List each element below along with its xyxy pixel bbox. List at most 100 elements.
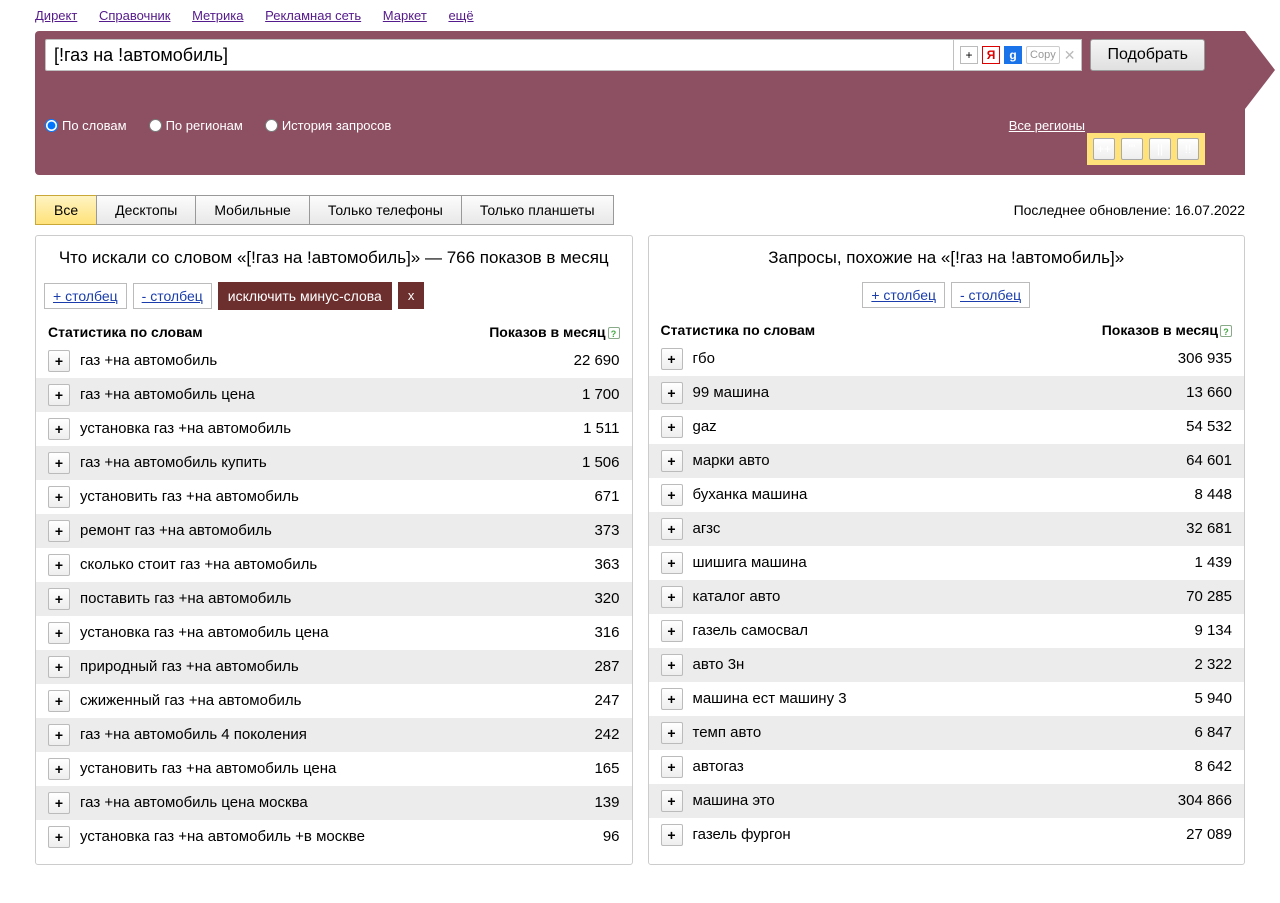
plus-icon[interactable]: + [960,46,978,64]
add-keyword-button[interactable]: + [48,520,70,542]
tool-exclaim-button[interactable]: !! [1177,138,1199,160]
keyword-text[interactable]: gaz [693,418,1187,435]
add-keyword-button[interactable]: + [661,620,683,642]
table-row: +газель фургон27 089 [649,818,1245,852]
keyword-text[interactable]: ремонт газ +на автомобиль [80,522,594,539]
add-keyword-button[interactable]: + [661,824,683,846]
add-keyword-button[interactable]: + [48,350,70,372]
keyword-text[interactable]: автогаз [693,758,1195,775]
keyword-text[interactable]: природный газ +на автомобиль [80,658,594,675]
radio-regions[interactable]: По регионам [149,118,243,133]
keyword-text[interactable]: авто 3н [693,656,1195,673]
keyword-text[interactable]: темп авто [693,724,1195,741]
add-keyword-button[interactable]: + [48,622,70,644]
add-keyword-button[interactable]: + [48,486,70,508]
keyword-text[interactable]: марки авто [693,452,1187,469]
keyword-text[interactable]: установка газ +на автомобиль +в москве [80,828,603,845]
add-keyword-button[interactable]: + [48,554,70,576]
exclude-negative-button[interactable]: исключить минус-слова [218,282,392,310]
keyword-text[interactable]: гбо [693,350,1178,367]
submit-button[interactable]: Подобрать [1090,39,1205,71]
add-column-button[interactable]: + столбец [862,282,945,308]
add-keyword-button[interactable]: + [661,688,683,710]
nav-link[interactable]: Метрика [192,8,243,23]
nav-link-more[interactable]: ещё [448,8,473,23]
nav-link[interactable]: Справочник [99,8,171,23]
tool-plusplus-button[interactable]: ++ [1093,138,1115,160]
add-keyword-button[interactable]: + [48,826,70,848]
keyword-text[interactable]: сколько стоит газ +на автомобиль [80,556,594,573]
keyword-text[interactable]: газ +на автомобиль цена [80,386,582,403]
add-keyword-button[interactable]: + [48,690,70,712]
keyword-text[interactable]: машина это [693,792,1178,809]
count-value: 13 660 [1186,384,1232,401]
add-keyword-button[interactable]: + [661,348,683,370]
add-keyword-button[interactable]: + [48,656,70,678]
remove-column-button[interactable]: - столбец [133,283,212,309]
keyword-text[interactable]: газель фургон [693,826,1187,843]
help-icon[interactable]: ? [608,327,620,339]
google-icon[interactable]: g [1004,46,1022,64]
keyword-text[interactable]: газ +на автомобиль цена москва [80,794,594,811]
keyword-text[interactable]: установка газ +на автомобиль [80,420,583,437]
radio-words[interactable]: По словам [45,118,127,133]
help-icon[interactable]: ? [1220,325,1232,337]
add-keyword-button[interactable]: + [661,654,683,676]
exclude-close-button[interactable]: x [398,282,425,309]
add-keyword-button[interactable]: + [661,450,683,472]
yandex-icon[interactable]: Я [982,46,1000,64]
keyword-text[interactable]: буханка машина [693,486,1195,503]
nav-link[interactable]: Рекламная сеть [265,8,361,23]
remove-column-button[interactable]: - столбец [951,282,1030,308]
keyword-text[interactable]: 99 машина [693,384,1187,401]
tool-pipes-button[interactable]: || [1149,138,1171,160]
tool-quotes-button[interactable]: ''' [1121,138,1143,160]
add-keyword-button[interactable]: + [48,758,70,780]
add-keyword-button[interactable]: + [48,452,70,474]
keyword-text[interactable]: установить газ +на автомобиль [80,488,594,505]
add-keyword-button[interactable]: + [48,588,70,610]
add-keyword-button[interactable]: + [661,552,683,574]
add-keyword-button[interactable]: + [661,586,683,608]
add-keyword-button[interactable]: + [48,792,70,814]
keyword-text[interactable]: агзс [693,520,1187,537]
add-keyword-button[interactable]: + [48,724,70,746]
add-keyword-button[interactable]: + [661,756,683,778]
region-selector[interactable]: Все регионы [1009,118,1085,133]
keyword-text[interactable]: газ +на автомобиль [80,352,574,369]
nav-link[interactable]: Маркет [383,8,427,23]
keyword-text[interactable]: газель самосвал [693,622,1195,639]
last-updated: Последнее обновление: 16.07.2022 [1014,202,1245,218]
add-keyword-button[interactable]: + [661,484,683,506]
tab-phones[interactable]: Только телефоны [309,195,462,225]
radio-history[interactable]: История запросов [265,118,392,133]
nav-link[interactable]: Директ [35,8,77,23]
tab-mobile[interactable]: Мобильные [195,195,310,225]
search-input[interactable] [45,39,953,71]
tab-tablets[interactable]: Только планшеты [461,195,614,225]
copy-button[interactable]: Copy [1026,46,1060,64]
keyword-text[interactable]: газ +на автомобиль 4 поколения [80,726,594,743]
keyword-text[interactable]: сжиженный газ +на автомобиль [80,692,594,709]
count-value: 54 532 [1186,418,1232,435]
keyword-text[interactable]: машина ест машину 3 [693,690,1195,707]
tab-desktops[interactable]: Десктопы [96,195,196,225]
keyword-text[interactable]: шишига машина [693,554,1195,571]
add-keyword-button[interactable]: + [661,790,683,812]
add-keyword-button[interactable]: + [661,518,683,540]
add-keyword-button[interactable]: + [661,416,683,438]
add-keyword-button[interactable]: + [48,384,70,406]
keyword-text[interactable]: установка газ +на автомобиль цена [80,624,594,641]
keyword-text[interactable]: газ +на автомобиль купить [80,454,582,471]
keyword-text[interactable]: поставить газ +на автомобиль [80,590,594,607]
clear-icon[interactable]: ✕ [1064,47,1076,64]
tab-all[interactable]: Все [35,195,97,225]
keyword-text[interactable]: установить газ +на автомобиль цена [80,760,594,777]
add-column-button[interactable]: + столбец [44,283,127,309]
add-keyword-button[interactable]: + [48,418,70,440]
count-value: 6 847 [1194,724,1232,741]
add-keyword-button[interactable]: + [661,722,683,744]
add-keyword-button[interactable]: + [661,382,683,404]
count-value: 32 681 [1186,520,1232,537]
keyword-text[interactable]: каталог авто [693,588,1187,605]
